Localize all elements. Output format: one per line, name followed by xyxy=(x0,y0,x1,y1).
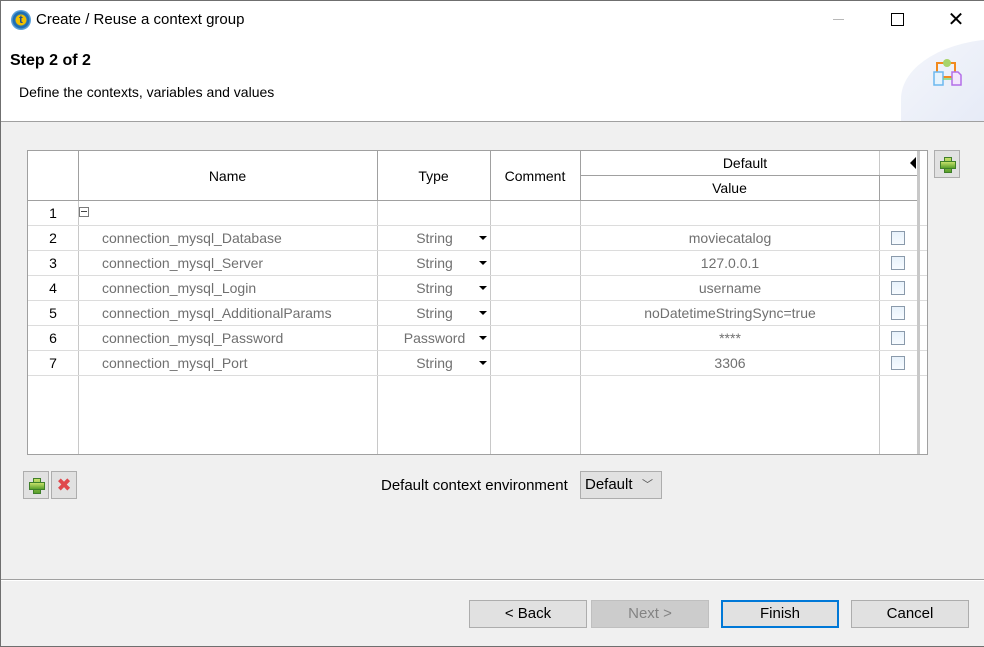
variable-value[interactable]: moviecatalog xyxy=(581,226,879,251)
row-number: 1 xyxy=(49,205,57,221)
dropdown-arrow-icon[interactable] xyxy=(479,336,487,340)
type-value: String xyxy=(416,280,453,296)
type-dropdown[interactable]: String xyxy=(378,276,491,301)
row-number: 6 xyxy=(49,330,57,346)
prompt-checkbox[interactable] xyxy=(891,231,905,245)
type-dropdown[interactable]: Password xyxy=(378,326,491,351)
context-group-wizard-icon xyxy=(933,59,962,86)
variable-value[interactable]: 127.0.0.1 xyxy=(581,251,879,276)
dropdown-arrow-icon[interactable] xyxy=(479,361,487,365)
plus-icon xyxy=(29,478,45,494)
remove-variable-button[interactable]: ✖ xyxy=(51,471,77,499)
column-header-name[interactable]: Name xyxy=(78,168,377,184)
header-divider xyxy=(580,175,918,176)
add-context-button[interactable] xyxy=(934,150,960,178)
variable-name[interactable]: connection_mysql_Database xyxy=(102,226,282,251)
plus-icon xyxy=(940,157,956,173)
variable-value[interactable]: noDatetimeStringSync=true xyxy=(581,301,879,326)
variable-value[interactable]: username xyxy=(581,276,879,301)
prompt-checkbox[interactable] xyxy=(891,356,905,370)
row-number: 5 xyxy=(49,305,57,321)
next-button[interactable]: Next > xyxy=(591,600,709,628)
dropdown-arrow-icon[interactable] xyxy=(479,311,487,315)
row-number: 3 xyxy=(49,255,57,271)
column-header-default-context[interactable]: Default xyxy=(580,155,910,171)
type-value: String xyxy=(416,230,453,246)
row-number: 7 xyxy=(49,355,57,371)
cancel-button[interactable]: Cancel xyxy=(851,600,969,628)
header-divider xyxy=(28,200,918,201)
chevron-down-icon: ﹀ xyxy=(642,479,653,491)
row-number: 2 xyxy=(49,230,57,246)
prompt-checkbox[interactable] xyxy=(891,331,905,345)
column-header-comment[interactable]: Comment xyxy=(490,168,580,184)
window-title: Create / Reuse a context group xyxy=(36,11,245,28)
type-dropdown[interactable]: String xyxy=(378,301,491,326)
type-value: String xyxy=(416,305,453,321)
type-dropdown[interactable]: String xyxy=(378,226,491,251)
header-divider xyxy=(879,175,880,200)
type-value: Password xyxy=(403,330,466,346)
remove-x-icon: ✖ xyxy=(56,475,72,495)
type-value: String xyxy=(416,255,453,271)
row-number: 4 xyxy=(49,280,57,296)
dropdown-arrow-icon[interactable] xyxy=(479,286,487,290)
type-dropdown[interactable]: String xyxy=(378,351,491,376)
type-dropdown[interactable]: String xyxy=(378,251,491,276)
variable-name[interactable]: connection_mysql_Login xyxy=(102,276,256,301)
default-context-select[interactable]: Default ﹀ xyxy=(580,471,662,499)
default-context-value: Default xyxy=(585,476,633,493)
column-header-type[interactable]: Type xyxy=(377,168,490,184)
back-button[interactable]: < Back xyxy=(469,600,587,628)
footer-divider-highlight xyxy=(1,580,984,581)
talend-icon: t xyxy=(11,10,31,30)
prompt-checkbox[interactable] xyxy=(891,256,905,270)
variable-value[interactable]: **** xyxy=(581,326,879,351)
variable-name[interactable]: connection_mysql_AdditionalParams xyxy=(102,301,332,326)
maximize-button[interactable] xyxy=(874,1,920,39)
minimize-button[interactable] xyxy=(815,1,861,39)
dropdown-arrow-icon[interactable] xyxy=(479,261,487,265)
variable-value[interactable]: 3306 xyxy=(581,351,879,376)
context-variables-table: Name Type Comment Default Value 1 2 conn… xyxy=(27,150,928,455)
variable-name[interactable]: connection_mysql_Password xyxy=(102,326,283,351)
close-icon: ✕ xyxy=(947,9,965,31)
collapse-toggle-icon[interactable] xyxy=(79,207,89,217)
finish-button[interactable]: Finish xyxy=(721,600,839,628)
table-scrollbar[interactable] xyxy=(917,151,920,454)
column-header-value[interactable]: Value xyxy=(580,180,879,196)
collapse-context-arrow-icon[interactable] xyxy=(910,157,916,169)
variable-name[interactable]: connection_mysql_Port xyxy=(102,351,248,376)
default-context-label: Default context environment xyxy=(381,477,568,494)
add-variable-button[interactable] xyxy=(23,471,49,499)
type-value: String xyxy=(416,355,453,371)
variable-name[interactable]: connection_mysql_Server xyxy=(102,251,263,276)
wizard-header: Step 2 of 2 Define the contexts, variabl… xyxy=(1,39,984,122)
step-title: Step 2 of 2 xyxy=(10,52,91,69)
dialog-window: t Create / Reuse a context group ✕ Step … xyxy=(0,0,984,647)
prompt-checkbox[interactable] xyxy=(891,281,905,295)
prompt-checkbox[interactable] xyxy=(891,306,905,320)
title-bar: t Create / Reuse a context group ✕ xyxy=(1,1,984,39)
dropdown-arrow-icon[interactable] xyxy=(479,236,487,240)
step-description: Define the contexts, variables and value… xyxy=(19,84,275,100)
close-button[interactable]: ✕ xyxy=(933,1,979,39)
